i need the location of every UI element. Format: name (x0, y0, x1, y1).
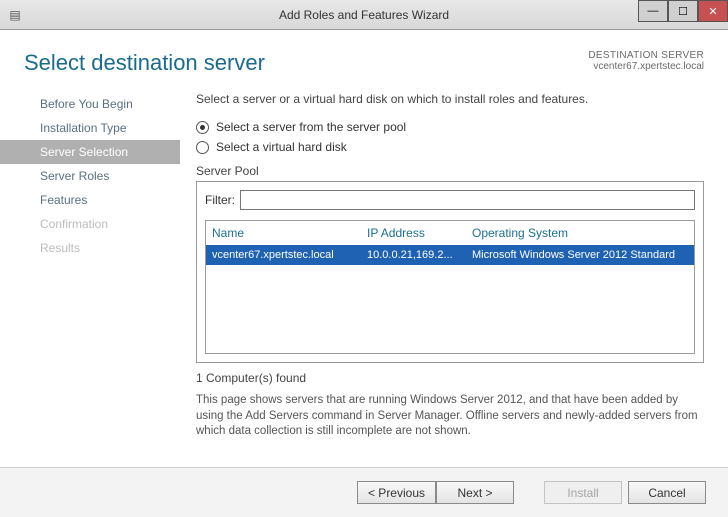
wizard-body: Before You Begin Installation Type Serve… (0, 86, 728, 466)
grid-rows: vcenter67.xpertstec.local 10.0.0.21,169.… (206, 245, 694, 353)
destination-label: DESTINATION SERVER (588, 50, 704, 61)
instruction-text: Select a server or a virtual hard disk o… (196, 92, 704, 106)
radio-server-pool[interactable] (196, 121, 209, 134)
grid-header: Name IP Address Operating System (206, 221, 694, 245)
filter-input[interactable] (240, 190, 695, 210)
wizard-sidebar: Before You Begin Installation Type Serve… (0, 86, 180, 466)
destination-info: DESTINATION SERVER vcenter67.xpertstec.l… (588, 50, 704, 72)
close-button[interactable]: ✕ (698, 0, 728, 22)
app-icon: ▤ (6, 6, 24, 24)
cell-os: Microsoft Windows Server 2012 Standard (472, 249, 688, 261)
filter-label: Filter: (205, 193, 235, 207)
sidebar-item-installation-type[interactable]: Installation Type (0, 116, 180, 140)
minimize-button[interactable]: — (638, 0, 668, 22)
sidebar-item-server-roles[interactable]: Server Roles (0, 164, 180, 188)
computers-found-text: 1 Computer(s) found (196, 371, 704, 385)
sidebar-item-before-you-begin[interactable]: Before You Begin (0, 92, 180, 116)
next-button[interactable]: Next > (436, 481, 514, 504)
wizard-footer: < Previous Next > Install Cancel (0, 467, 728, 517)
cell-name: vcenter67.xpertstec.local (212, 249, 367, 261)
table-row[interactable]: vcenter67.xpertstec.local 10.0.0.21,169.… (206, 245, 694, 265)
nav-button-group: < Previous Next > (357, 481, 514, 504)
sidebar-item-server-selection[interactable]: Server Selection (0, 140, 180, 164)
hint-text: This page shows servers that are running… (196, 393, 704, 440)
column-name[interactable]: Name (212, 226, 367, 240)
radio-vhd[interactable] (196, 141, 209, 154)
previous-button[interactable]: < Previous (357, 481, 436, 504)
window-titlebar: ▤ Add Roles and Features Wizard — ☐ ✕ (0, 0, 728, 30)
install-button: Install (544, 481, 622, 504)
column-os[interactable]: Operating System (472, 226, 688, 240)
radio-server-pool-row[interactable]: Select a server from the server pool (196, 120, 704, 134)
radio-vhd-row[interactable]: Select a virtual hard disk (196, 140, 704, 154)
column-ip[interactable]: IP Address (367, 226, 472, 240)
window-buttons: — ☐ ✕ (638, 0, 728, 29)
sidebar-item-confirmation: Confirmation (0, 212, 180, 236)
sidebar-item-features[interactable]: Features (0, 188, 180, 212)
filter-row: Filter: (205, 190, 695, 210)
cell-ip: 10.0.0.21,169.2... (367, 249, 472, 261)
window-title: Add Roles and Features Wizard (279, 8, 449, 22)
destination-value: vcenter67.xpertstec.local (588, 61, 704, 72)
maximize-button[interactable]: ☐ (668, 0, 698, 22)
radio-vhd-label: Select a virtual hard disk (216, 140, 347, 154)
sidebar-item-results: Results (0, 236, 180, 260)
server-pool-box: Filter: Name IP Address Operating System… (196, 181, 704, 363)
wizard-content: Select a server or a virtual hard disk o… (180, 86, 728, 466)
cancel-button[interactable]: Cancel (628, 481, 706, 504)
server-grid: Name IP Address Operating System vcenter… (205, 220, 695, 354)
wizard-header: Select destination server DESTINATION SE… (0, 30, 728, 86)
radio-server-pool-label: Select a server from the server pool (216, 120, 406, 134)
page-title: Select destination server (24, 50, 265, 76)
server-pool-label: Server Pool (196, 164, 704, 178)
